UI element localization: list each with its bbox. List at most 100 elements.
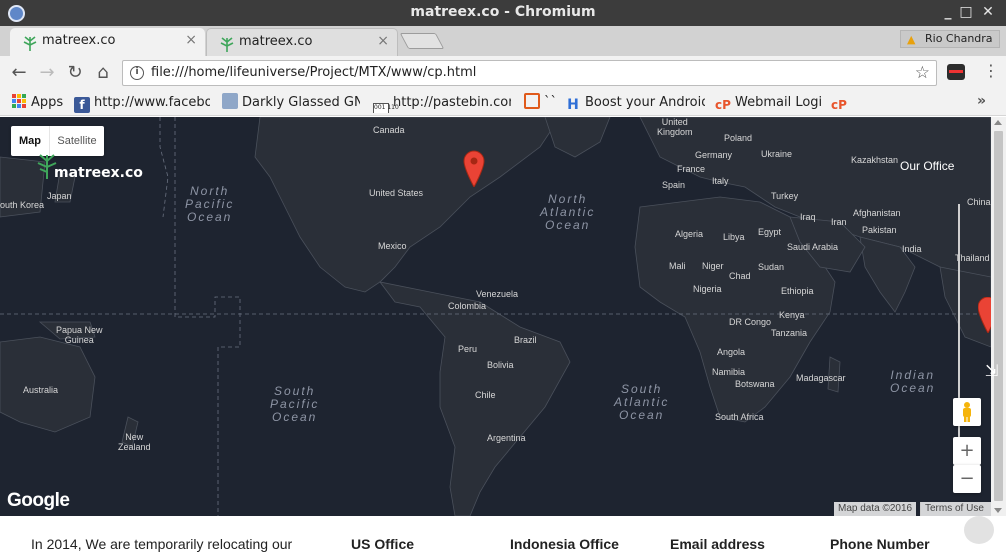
tab-inactive[interactable]: matreex.co ×	[206, 28, 398, 56]
map-label: Ukraine	[761, 149, 793, 159]
map-label: Egypt	[758, 227, 782, 237]
bookmark-darkly[interactable]: Darkly Glassed GNO	[222, 93, 360, 113]
our-office-label: Our Office	[900, 159, 955, 173]
map-label: South Africa	[715, 412, 764, 422]
tab-close-button[interactable]: ×	[377, 33, 389, 49]
bookmark-cpanel[interactable]: cP	[831, 93, 851, 113]
office-indicator-line	[958, 204, 960, 466]
map-label: Poland	[724, 133, 753, 143]
bookmark-facebook[interactable]: f http://www.faceboo	[74, 93, 210, 113]
map-label: India	[902, 244, 922, 254]
leaf-icon	[220, 37, 234, 52]
map-label: Sudan	[758, 262, 785, 272]
warning-icon: ▲	[907, 33, 916, 46]
zoom-in-button[interactable]: +	[953, 437, 981, 465]
map-label: Italy	[712, 176, 729, 186]
map-label: Niger	[702, 261, 724, 271]
tab-close-button[interactable]: ×	[185, 32, 197, 48]
map-label: United Kingdom	[657, 117, 693, 137]
map-label: Peru	[458, 344, 478, 354]
bookmark-webmail[interactable]: cP Webmail Login	[715, 93, 823, 113]
window-title: matreex.co - Chromium	[410, 4, 596, 20]
scrollbar-thumb[interactable]	[994, 131, 1003, 501]
maximize-button[interactable]: □	[958, 4, 974, 20]
us-office-heading: US Office	[351, 536, 415, 552]
boost-icon: H	[567, 97, 579, 113]
bookmarks-overflow-button[interactable]: »	[977, 93, 986, 109]
map-label: Namibia	[712, 367, 746, 377]
bookmarks-bar: Apps f http://www.faceboo Darkly Glassed …	[0, 90, 1006, 116]
address-bar[interactable]: i file:///home/lifeuniverse/Project/MTX/…	[122, 60, 937, 86]
info-icon[interactable]: i	[130, 66, 144, 80]
map-label: United States	[369, 188, 424, 198]
map-label: Germany	[695, 150, 733, 160]
bookmark-boost[interactable]: HBoost your Android P	[565, 93, 705, 113]
back-button[interactable]: ←	[9, 63, 29, 83]
bookmark-star-icon[interactable]: ☆	[915, 63, 930, 83]
email-heading: Email address	[670, 536, 765, 552]
contact-section: In 2014, We are temporarily relocating o…	[0, 516, 991, 555]
scroll-up-icon[interactable]	[994, 120, 1002, 125]
darkly-icon	[222, 93, 238, 109]
blocks-icon	[524, 93, 540, 109]
facebook-icon: f	[74, 97, 90, 113]
map-label: Colombia	[448, 301, 487, 311]
indonesia-office-map-pin[interactable]	[978, 297, 991, 333]
scroll-down-icon[interactable]	[994, 508, 1002, 513]
ocean-label: South Pacific Ocean	[270, 384, 320, 424]
intro-text: In 2014, We are temporarily relocating o…	[31, 536, 293, 552]
extension-icon[interactable]	[947, 64, 965, 80]
profile-name: Rio Chandra	[925, 32, 993, 45]
bookmark-blocks[interactable]: ``	[524, 93, 558, 113]
map-label: Papua New Guinea	[56, 325, 103, 345]
street-view-pegman[interactable]	[953, 398, 981, 426]
map-label: Australia	[23, 385, 59, 395]
url-text[interactable]: file:///home/lifeuniverse/Project/MTX/ww…	[151, 65, 476, 80]
browser-menu-button[interactable]: ⋮	[983, 61, 999, 80]
window-title-bar: matreex.co - Chromium _ □ ✕	[0, 0, 1006, 26]
map-label: France	[677, 164, 706, 174]
pastebin-icon: 001 110	[373, 103, 399, 113]
map-label: Kenya	[779, 310, 805, 320]
pegman-icon	[963, 402, 971, 422]
map-label: New Zealand	[118, 432, 151, 452]
minimize-button[interactable]: _	[940, 4, 956, 20]
tab-active[interactable]: matreex.co ×	[10, 28, 205, 56]
map-label: Botswana	[735, 379, 775, 389]
map-label: Chile	[475, 390, 496, 400]
page-scrollbar[interactable]	[991, 117, 1006, 516]
map-label: Bolivia	[487, 360, 514, 370]
map-label: Thailand	[955, 253, 990, 263]
cpanel-icon: cP	[715, 98, 731, 112]
tab-strip: matreex.co × matreex.co ×	[0, 26, 1006, 56]
ocean-label: South Atlantic Ocean	[614, 382, 670, 422]
map-label: Mali	[669, 261, 686, 271]
map-label: Japan	[47, 191, 72, 201]
tab-title: matreex.co	[42, 33, 116, 48]
chat-widget-button[interactable]	[964, 516, 994, 544]
map-label: Afghanistan	[853, 208, 901, 218]
map-label: Argentina	[487, 433, 526, 443]
phone-heading: Phone Number	[830, 536, 930, 552]
reload-button[interactable]: ↻	[65, 63, 85, 83]
us-office-map-pin[interactable]	[462, 149, 486, 187]
map-label: Chad	[729, 271, 751, 281]
map-label: DR Congo	[729, 317, 772, 327]
map-label: Ethiopia	[781, 286, 814, 296]
zoom-out-button[interactable]: −	[953, 465, 981, 493]
map-label: Kazakhstan	[851, 155, 899, 165]
home-button[interactable]: ⌂	[93, 63, 113, 83]
profile-button[interactable]: ▲ Rio Chandra	[900, 30, 1000, 48]
close-window-button[interactable]: ✕	[980, 4, 996, 20]
terms-of-use-link[interactable]: Terms of Use	[920, 502, 991, 516]
map-label: Spain	[662, 180, 686, 190]
map-data-attribution: Map data ©2016	[834, 502, 917, 516]
bookmark-apps[interactable]: Apps	[11, 93, 66, 113]
map-label: Madagascar	[796, 373, 846, 383]
map-label: Brazil	[514, 335, 537, 345]
forward-button[interactable]: →	[37, 63, 57, 83]
google-logo: Google	[7, 490, 70, 511]
ocean-label: North Atlantic Ocean	[540, 192, 596, 232]
bookmark-pastebin[interactable]: 001 110http://pastebin.com	[373, 93, 511, 113]
apps-grid-icon	[12, 94, 26, 108]
